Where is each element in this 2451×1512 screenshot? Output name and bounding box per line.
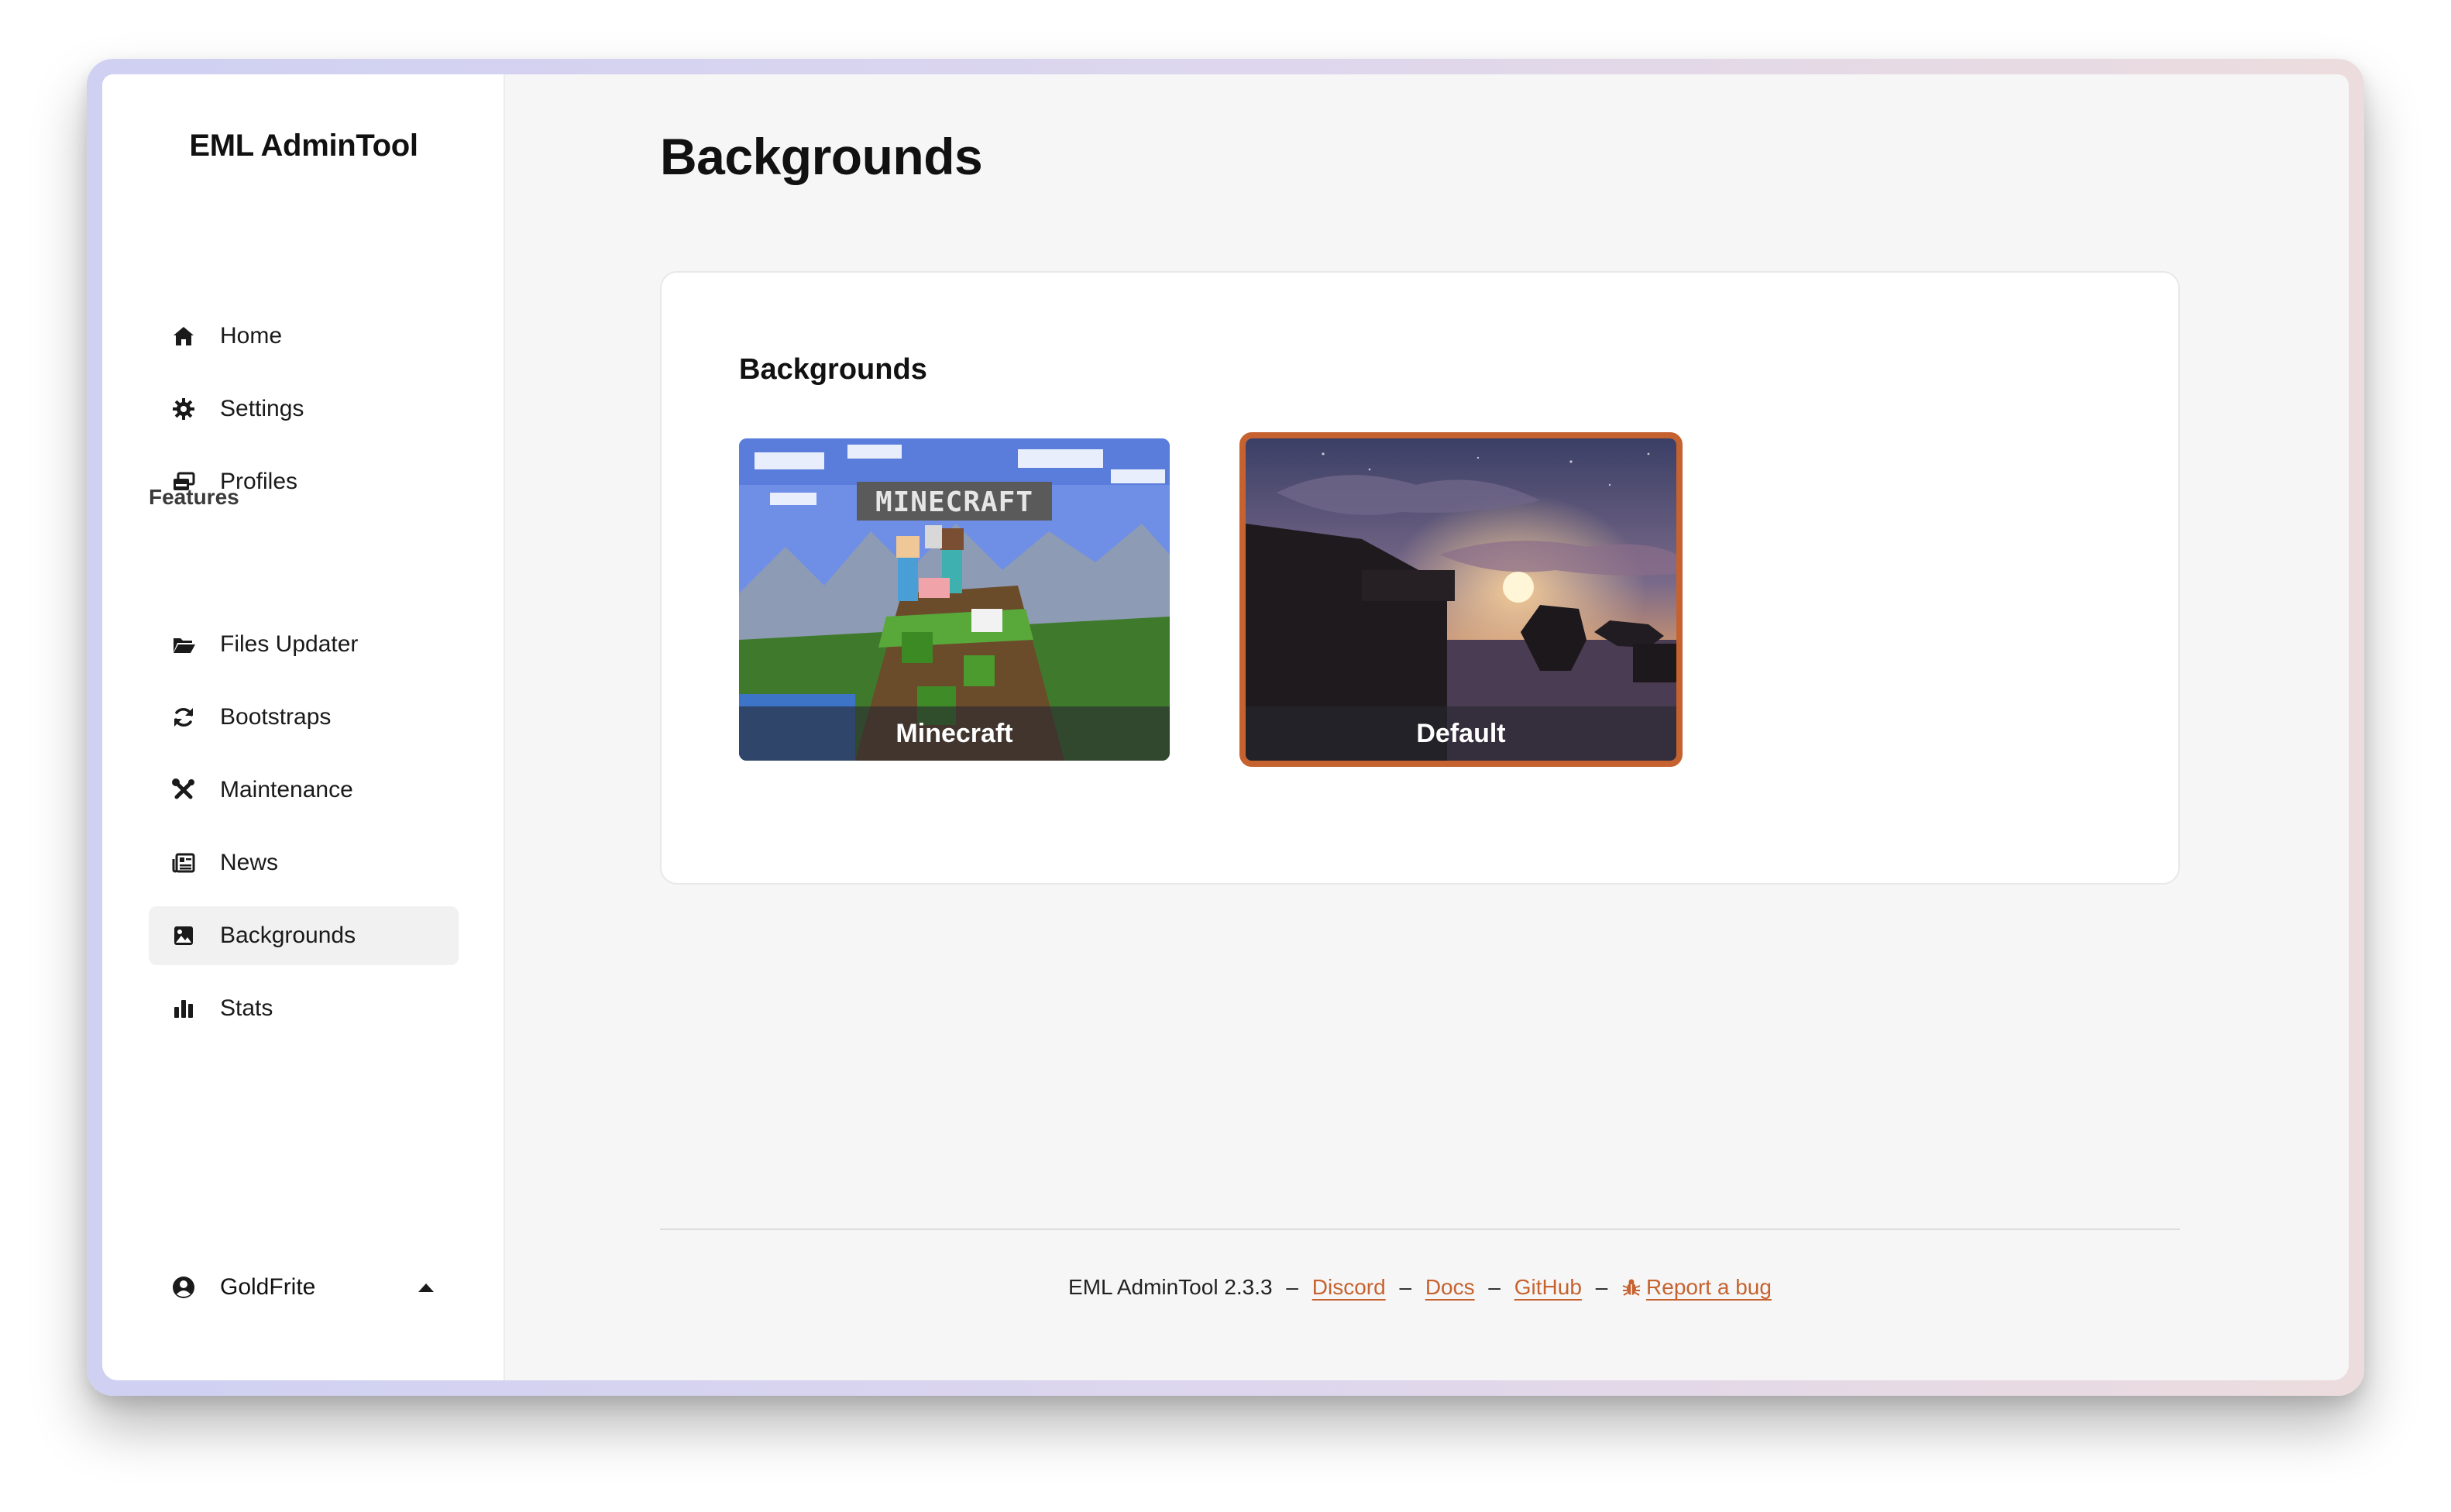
footer-divider bbox=[660, 1228, 2180, 1230]
backgrounds-card: Backgrounds MINECRAFT Minecraft Default bbox=[660, 271, 2180, 885]
background-tile-default[interactable]: Default bbox=[1239, 432, 1683, 767]
main-content: Backgrounds Backgrounds MINECRAFT Minecr… bbox=[505, 74, 2349, 1380]
user-menu[interactable]: GoldFrite bbox=[149, 1258, 459, 1317]
background-label: Default bbox=[1246, 706, 1676, 761]
user-name: GoldFrite bbox=[220, 1274, 316, 1300]
sidebar-item-stats[interactable]: Stats bbox=[149, 979, 459, 1038]
app-window: EML AdminTool Home Settings Profiles Fea… bbox=[102, 74, 2349, 1380]
sidebar-item-label: Bootstraps bbox=[220, 704, 332, 730]
folder-open-icon bbox=[170, 631, 197, 658]
sidebar-item-bootstraps[interactable]: Bootstraps bbox=[149, 688, 459, 747]
sidebar: EML AdminTool Home Settings Profiles Fea… bbox=[102, 74, 505, 1380]
background-tile-minecraft[interactable]: MINECRAFT Minecraft bbox=[739, 438, 1170, 761]
newspaper-icon bbox=[170, 850, 197, 876]
sidebar-item-settings[interactable]: Settings bbox=[149, 380, 459, 438]
report-bug-label: Report a bug bbox=[1646, 1275, 1772, 1299]
sidebar-item-backgrounds[interactable]: Backgrounds bbox=[149, 906, 459, 965]
page-title: Backgrounds bbox=[660, 128, 983, 185]
section-label-features: Features bbox=[149, 485, 239, 509]
sidebar-item-files-updater[interactable]: Files Updater bbox=[149, 615, 459, 674]
home-icon bbox=[170, 323, 197, 349]
gear-icon bbox=[170, 396, 197, 422]
footer-separator: – bbox=[1595, 1275, 1608, 1299]
sidebar-item-label: News bbox=[220, 850, 279, 875]
sidebar-item-label: Home bbox=[220, 323, 283, 349]
card-title: Backgrounds bbox=[739, 353, 927, 386]
tools-icon bbox=[170, 777, 197, 803]
bar-chart-icon bbox=[170, 995, 197, 1022]
footer-separator: – bbox=[1488, 1275, 1501, 1299]
bug-icon bbox=[1622, 1279, 1641, 1296]
background-label: Minecraft bbox=[739, 706, 1170, 761]
image-icon bbox=[170, 923, 197, 949]
docs-link[interactable]: Docs bbox=[1425, 1275, 1475, 1299]
sidebar-item-label: Backgrounds bbox=[220, 923, 356, 948]
sidebar-item-label: Files Updater bbox=[220, 631, 359, 657]
footer: EML AdminTool 2.3.3 – Discord – Docs – G… bbox=[660, 1275, 2180, 1300]
report-bug-link[interactable]: Report a bug bbox=[1621, 1275, 1772, 1299]
discord-link[interactable]: Discord bbox=[1312, 1275, 1386, 1299]
github-link[interactable]: GitHub bbox=[1514, 1275, 1582, 1299]
refresh-icon bbox=[170, 704, 197, 730]
sidebar-item-label: Stats bbox=[220, 995, 273, 1021]
sidebar-item-label: Settings bbox=[220, 396, 304, 421]
footer-separator: – bbox=[1399, 1275, 1412, 1299]
caret-up-icon[interactable] bbox=[417, 1280, 435, 1295]
sidebar-item-label: Maintenance bbox=[220, 777, 353, 802]
footer-separator: – bbox=[1286, 1275, 1298, 1299]
user-circle-icon bbox=[170, 1274, 197, 1301]
app-brand: EML AdminTool bbox=[189, 129, 418, 163]
minecraft-logo: MINECRAFT bbox=[875, 486, 1033, 518]
sidebar-item-home[interactable]: Home bbox=[149, 307, 459, 366]
footer-version: EML AdminTool 2.3.3 bbox=[1068, 1275, 1273, 1299]
sidebar-item-news[interactable]: News bbox=[149, 833, 459, 892]
sidebar-item-maintenance[interactable]: Maintenance bbox=[149, 761, 459, 820]
